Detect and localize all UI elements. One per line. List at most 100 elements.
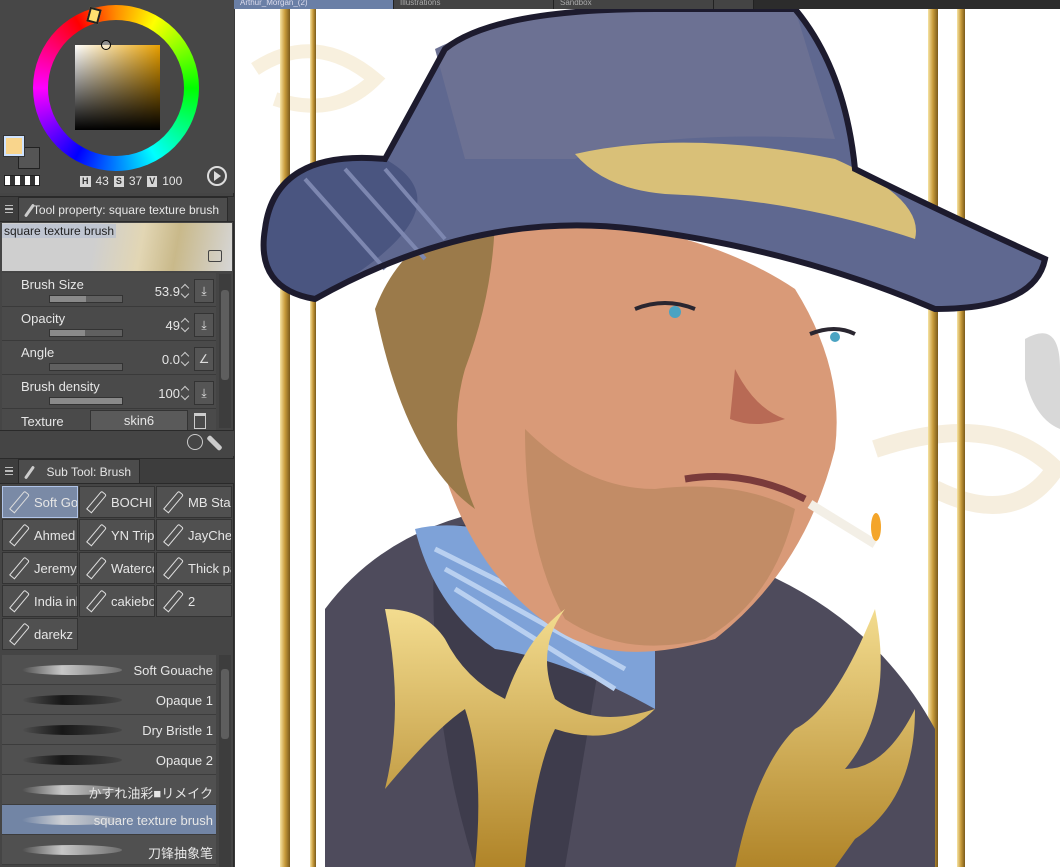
brush-list-item[interactable]: Opaque 2: [2, 745, 216, 775]
s-value: 37: [128, 174, 143, 188]
group-label: MB Stamps: [188, 494, 231, 510]
app-window: H 43 S 37 V 100 Tool property: square te…: [0, 0, 1060, 867]
pen-icon: [160, 490, 184, 514]
scrollbar-thumb[interactable]: [221, 290, 229, 380]
spin-arrows-icon[interactable]: [181, 385, 190, 401]
current-brush-name: square texture brush: [2, 224, 117, 238]
brush-item-label: Soft Gouache: [133, 663, 214, 678]
s-tag: S: [113, 175, 124, 187]
document-tab[interactable]: [714, 0, 754, 9]
texture-select[interactable]: skin6: [90, 410, 188, 432]
brush-icon: [25, 463, 42, 481]
brush-list-item[interactable]: 刀锋抽象笔: [2, 835, 216, 865]
prop-value[interactable]: 49: [166, 318, 180, 333]
brush-item-label: Opaque 1: [155, 693, 213, 708]
transparent-color-swatch[interactable]: [4, 175, 40, 186]
sub-tool-group-item[interactable]: Ahmed: [2, 519, 78, 551]
document-tab[interactable]: Illustrations: [394, 0, 554, 9]
scrollbar-thumb[interactable]: [221, 669, 229, 739]
prop-value[interactable]: 0.0: [162, 352, 180, 367]
pressure-settings-button[interactable]: ⤓: [194, 279, 214, 303]
document-tab[interactable]: Sandbox: [554, 0, 714, 9]
h-value: 43: [95, 174, 109, 188]
sub-tool-group-item[interactable]: Jeremy: [2, 552, 78, 584]
unlock-icon[interactable]: [208, 250, 222, 262]
saturation-value-square[interactable]: [75, 45, 160, 130]
pen-icon: [83, 589, 107, 613]
foreground-color-swatch[interactable]: [3, 135, 25, 157]
prop-label: Opacity: [21, 311, 66, 326]
sub-tool-group-item[interactable]: JayChen: [156, 519, 232, 551]
sub-tool-group-item[interactable]: YN Trip: [79, 519, 155, 551]
brush-list-item[interactable]: Soft Gouache: [2, 655, 216, 685]
group-label: Soft Gouache: [34, 494, 78, 510]
sub-tool-group-item[interactable]: MB Stamps: [156, 486, 232, 518]
brush-item-label: 刀锋抽象笔: [147, 846, 213, 861]
spin-arrows-icon[interactable]: [181, 351, 190, 367]
pen-icon: [6, 523, 30, 547]
angle-slider[interactable]: [49, 363, 123, 371]
sub-tool-group-item[interactable]: BOCHI: [79, 486, 155, 518]
brush-stroke-preview: [22, 755, 122, 765]
brush-list-item[interactable]: Opaque 1: [2, 685, 216, 715]
sub-tool-group-item[interactable]: Soft Gouache: [2, 486, 78, 518]
slider-fill: [50, 398, 122, 404]
sub-tool-group-grid: Soft Gouache BOCHI MB Stamps Ahmed YN Tr…: [2, 486, 232, 650]
tab-tool-property[interactable]: Tool property: square texture brush: [18, 197, 228, 221]
brush-list-scrollbar[interactable]: [219, 655, 231, 867]
spin-arrows-icon[interactable]: [181, 317, 190, 333]
group-label: darekz: [34, 626, 74, 642]
group-label: Ahmed: [34, 527, 76, 543]
thick-paint-icon: [160, 556, 184, 580]
play-icon[interactable]: [207, 166, 227, 186]
brush-list-item[interactable]: かすれ油彩■リメイク: [2, 775, 216, 805]
group-label: JayChen: [188, 527, 232, 543]
sub-tool-group-item[interactable]: India ink: [2, 585, 78, 617]
sub-tool-group-item[interactable]: Watercolor: [79, 552, 155, 584]
paint-brush-icon: [6, 490, 30, 514]
sub-tool-title: Sub Tool: Brush: [46, 464, 132, 479]
brush-list-item[interactable]: Dry Bristle 1: [2, 715, 216, 745]
brush-stroke-preview: [22, 845, 122, 855]
group-label: 2: [188, 593, 196, 609]
panel-menu-icon[interactable]: [0, 458, 18, 484]
brush-list-item-selected[interactable]: square texture brush: [2, 805, 216, 835]
pen-icon: [83, 490, 107, 514]
drawing-canvas[interactable]: [235, 9, 1060, 867]
sub-tool-group-item[interactable]: cakieboo: [79, 585, 155, 617]
prop-label: Brush density: [21, 379, 100, 394]
prop-row-brush-density: Brush density 100 ⤓: [2, 375, 216, 409]
tool-property-scrollbar[interactable]: [219, 274, 231, 428]
tool-property-title: Tool property: square texture brush: [32, 202, 219, 217]
pressure-settings-button[interactable]: ⤓: [194, 313, 214, 337]
brush-size-slider[interactable]: [49, 295, 123, 303]
prop-label: Brush Size: [21, 277, 84, 292]
prop-row-angle: Angle 0.0 ∠: [2, 341, 216, 375]
timer-icon[interactable]: [187, 434, 203, 450]
sub-tool-group-item[interactable]: Thick paint: [156, 552, 232, 584]
document-tab-strip: Arthur_Morgan_(2) Illustrations Sandbox: [234, 0, 1060, 9]
brush-item-label: かすれ油彩■リメイク: [88, 786, 213, 801]
brush-stroke-preview: [22, 725, 122, 735]
panel-menu-icon[interactable]: [0, 196, 18, 222]
group-label: Thick paint: [188, 560, 231, 576]
sv-marker[interactable]: [101, 40, 111, 50]
brush-item-label: Opaque 2: [155, 753, 213, 768]
prop-value[interactable]: 100: [158, 386, 180, 401]
opacity-slider[interactable]: [49, 329, 123, 337]
pressure-settings-button[interactable]: ⤓: [194, 381, 214, 405]
prop-row-opacity: Opacity 49 ⤓: [2, 307, 216, 341]
sub-tool-group-item[interactable]: darekz: [2, 618, 78, 650]
prop-value[interactable]: 53.9: [155, 284, 180, 299]
pen-icon: [160, 589, 184, 613]
document-tab[interactable]: Arthur_Morgan_(2): [234, 0, 394, 9]
pen-icon: [160, 523, 184, 547]
brush-density-slider[interactable]: [49, 397, 123, 405]
angle-settings-button[interactable]: ∠: [194, 347, 214, 371]
v-value: 100: [162, 174, 183, 188]
sub-tool-group-item[interactable]: 2: [156, 585, 232, 617]
tab-sub-tool[interactable]: Sub Tool: Brush: [18, 459, 140, 483]
v-tag: V: [147, 175, 158, 187]
trash-icon[interactable]: [194, 413, 206, 429]
spin-arrows-icon[interactable]: [181, 283, 190, 299]
